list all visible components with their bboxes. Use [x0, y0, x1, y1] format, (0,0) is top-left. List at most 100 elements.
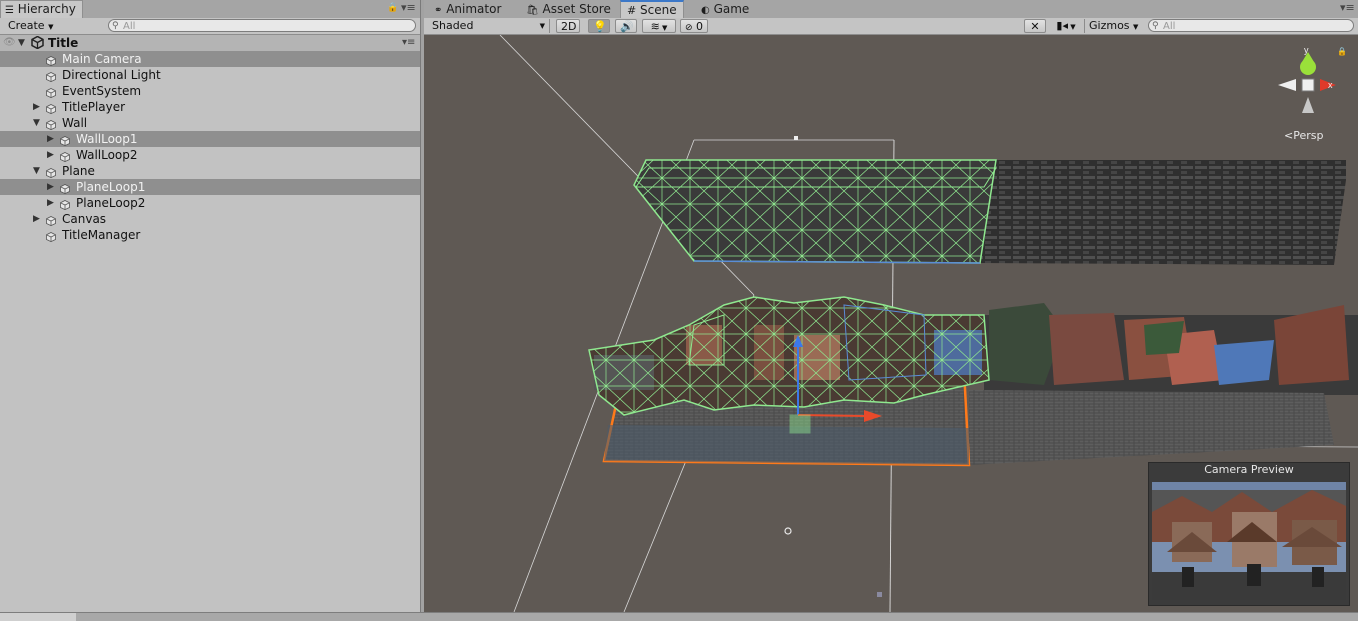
search-icon: ⚲ [1152, 21, 1159, 31]
search-icon: ⚲ [112, 21, 119, 31]
plane-loop2-buildings[interactable] [984, 303, 1358, 395]
eye-icon[interactable]: 👁 [3, 35, 16, 51]
hierarchy-item-label: Plane [62, 164, 95, 178]
scene-menu-icon[interactable]: ▾≡ [402, 35, 415, 51]
plane-handle[interactable] [789, 414, 811, 434]
lighting-toggle[interactable]: 💡 [588, 19, 610, 33]
wall-loop1-wireframe [633, 159, 997, 264]
hierarchy-item[interactable]: ▶ WallLoop2 [0, 147, 420, 163]
shading-mode-value: Shaded [432, 19, 474, 32]
camera-settings-dropdown[interactable]: ▮◂ ▼ [1050, 19, 1082, 33]
collapse-arrow-icon[interactable]: ▼ [33, 115, 40, 131]
gameobject-cube-icon [60, 134, 70, 147]
create-button-label: Create [8, 19, 45, 32]
grid-icon: # [627, 4, 637, 17]
lock-icon[interactable]: 🔒 [387, 3, 398, 13]
hierarchy-item[interactable]: ▶ PlaneLoop1 [0, 179, 420, 195]
dropdown-arrow-icon: ▼ [1067, 23, 1076, 31]
expand-arrow-icon[interactable]: ▶ [33, 99, 40, 115]
scene-root-row[interactable]: 👁 ▼ Title ▾≡ [0, 35, 420, 51]
expand-arrow-icon[interactable]: ▼ [18, 35, 25, 51]
neg-y-axis-cone[interactable] [1302, 97, 1314, 113]
hierarchy-item-label: TitleManager [62, 228, 141, 242]
hierarchy-item[interactable]: ▶ Canvas [0, 211, 420, 227]
hidden-objects-toggle[interactable]: ⊘ 0 [680, 19, 708, 33]
persp-icon: < [1284, 129, 1294, 142]
hierarchy-item-label: Main Camera [62, 52, 142, 66]
tools-toggle[interactable]: ✕ [1024, 19, 1046, 33]
speaker-icon: 🔊 [620, 20, 634, 33]
handle-point[interactable] [794, 136, 798, 140]
neg-x-axis-cone[interactable] [1278, 79, 1296, 91]
orientation-gizmo[interactable]: y x [1274, 45, 1336, 117]
hierarchy-item[interactable]: ▶ WallLoop1 [0, 131, 420, 147]
toggle-2d-button[interactable]: 2D [556, 19, 580, 33]
gizmos-label: Gizmos [1089, 19, 1130, 32]
expand-arrow-icon[interactable]: ▶ [47, 195, 54, 211]
panel-menu-icon[interactable]: ▾≡ [401, 1, 416, 14]
hierarchy-item[interactable]: ▼ Wall [0, 115, 420, 131]
scene-search-input[interactable]: ⚲ All [1148, 19, 1354, 32]
hierarchy-item-label: EventSystem [62, 84, 142, 98]
tab-scene[interactable]: # Scene [620, 0, 684, 20]
hierarchy-item[interactable]: ▶ PlaneLoop2 [0, 195, 420, 211]
expand-arrow-icon[interactable]: ▶ [47, 179, 54, 195]
effects-dropdown[interactable]: ≋ ▼ [642, 19, 676, 33]
hierarchy-item[interactable]: ▼ Plane [0, 163, 420, 179]
hierarchy-item[interactable]: EventSystem [0, 83, 420, 99]
hierarchy-item-label: TitlePlayer [62, 100, 126, 114]
camera-preview-image [1152, 482, 1346, 600]
hierarchy-item-label: WallLoop1 [76, 132, 138, 146]
gameobject-cube-icon [46, 70, 56, 83]
tab-hierarchy[interactable]: ☰ Hierarchy [0, 0, 83, 19]
shading-mode-dropdown[interactable]: Shaded ▼ [428, 19, 550, 33]
gameobject-cube-icon [46, 86, 56, 99]
create-button[interactable]: Create ▼ [4, 19, 56, 33]
camera-gizmo-point[interactable] [877, 592, 882, 597]
dropdown-arrow-icon: ▼ [539, 22, 545, 30]
scene-tabstrip: ⚭ Animator 🛍 Asset Store # Scene ◐ Game … [424, 0, 1358, 20]
hierarchy-item[interactable]: Main Camera [0, 51, 420, 67]
gizmos-dropdown[interactable]: Gizmos ▼ [1084, 19, 1140, 33]
scene-search-placeholder: All [1163, 21, 1176, 32]
tab-game[interactable]: ◐ Game [695, 1, 755, 17]
hierarchy-item[interactable]: ▶ TitlePlayer [0, 99, 420, 115]
hierarchy-panel: ☰ Hierarchy 🔒 ▾≡ Create ▼ ⚲ All 👁 ▼ Titl… [0, 0, 421, 612]
unity-logo-icon [31, 35, 44, 50]
panel-menu-icon[interactable]: ▾≡ [1340, 1, 1355, 14]
hierarchy-item-label: WallLoop2 [76, 148, 138, 162]
tab-asset-store[interactable]: 🛍 Asset Store [520, 1, 617, 17]
hierarchy-tabstrip: ☰ Hierarchy 🔒 ▾≡ [0, 0, 420, 19]
scene-root-label: Title [48, 36, 79, 50]
light-gizmo-icon[interactable] [784, 527, 792, 535]
dropdown-arrow-icon: ▼ [659, 24, 668, 32]
hierarchy-item[interactable]: TitleManager [0, 227, 420, 243]
tab-animator[interactable]: ⚭ Animator [428, 1, 507, 17]
hierarchy-item-label: Canvas [62, 212, 107, 226]
hierarchy-item[interactable]: Directional Light [0, 67, 420, 83]
gameobject-cube-icon [46, 54, 56, 67]
camera-preview-title: Camera Preview [1204, 463, 1294, 476]
expand-arrow-icon[interactable]: ▶ [33, 211, 40, 227]
tab-animator-label: Animator [446, 2, 502, 16]
tools-icon: ✕ [1030, 20, 1040, 33]
gameobject-cube-icon [46, 214, 56, 227]
tab-asset-store-label: Asset Store [542, 2, 611, 16]
tab-hierarchy-label: Hierarchy [17, 2, 76, 16]
scene-viewport[interactable]: y x 🔒 <Persp Camera Preview [424, 35, 1358, 612]
tab-game-label: Game [713, 2, 750, 16]
hierarchy-item-label: PlaneLoop2 [76, 196, 146, 210]
collapse-arrow-icon[interactable]: ▼ [33, 163, 40, 179]
wall-loop2-mesh[interactable] [980, 160, 1346, 265]
audio-toggle[interactable]: 🔊 [615, 19, 637, 33]
expand-arrow-icon[interactable]: ▶ [47, 147, 54, 163]
plane-loop1-shaded-edge [604, 425, 969, 465]
expand-arrow-icon[interactable]: ▶ [47, 131, 54, 147]
plane-loop2-ground[interactable] [969, 390, 1334, 465]
camera-preview-window: Camera Preview [1148, 462, 1350, 606]
hierarchy-search-input[interactable]: ⚲ All [108, 19, 416, 32]
projection-toggle[interactable]: <Persp [1284, 129, 1323, 142]
tab-scene-label: Scene [640, 3, 677, 17]
lock-icon[interactable]: 🔒 [1337, 47, 1347, 56]
gameobject-cube-icon [60, 150, 70, 163]
